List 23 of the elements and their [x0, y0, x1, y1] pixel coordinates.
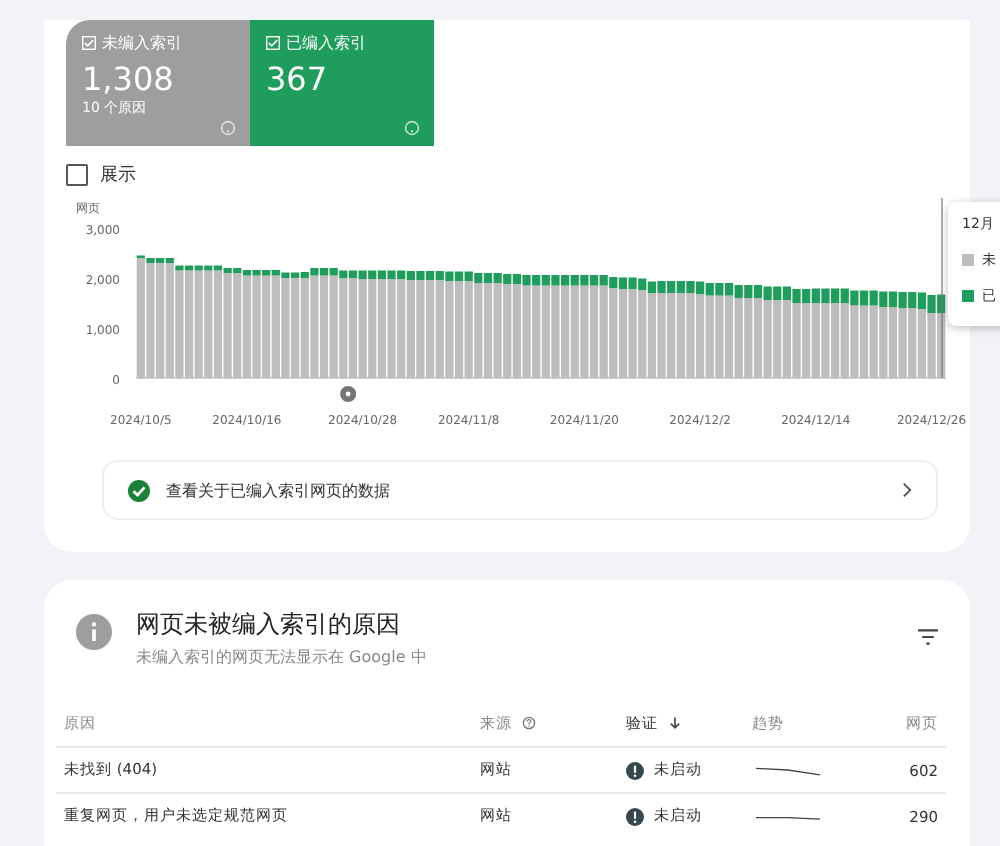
checkbox-icon: [82, 36, 96, 50]
sort-arrow-icon: [668, 716, 682, 730]
chevron-right-icon: [902, 482, 912, 498]
tile-value: 1,308: [82, 60, 176, 98]
alert-icon: [626, 761, 644, 779]
alert-icon: [626, 807, 644, 825]
check-circle-icon: [128, 479, 150, 501]
section-title: 网页未被编入索引的原因: [136, 608, 402, 642]
tile-label: 已编入索引: [286, 32, 366, 54]
filter-icon[interactable]: [918, 628, 938, 646]
info-icon: [76, 614, 112, 650]
section-subtitle: 未编入索引的网页无法显示在 Google 中: [136, 646, 429, 668]
checkbox-icon: [266, 36, 280, 50]
checkbox-label: 展示: [100, 163, 136, 188]
tile-label: 未编入索引: [102, 32, 182, 54]
help-icon: [404, 120, 420, 136]
help-icon: [220, 120, 236, 136]
help-icon: [522, 716, 536, 730]
trend-sparkline: [752, 762, 824, 778]
annotation-marker-icon[interactable]: [340, 386, 357, 402]
checkbox[interactable]: [66, 164, 88, 186]
tile-value: 367: [266, 60, 330, 98]
indexed-pages-link[interactable]: 查看关于已编入索引网页的数据: [102, 460, 938, 520]
